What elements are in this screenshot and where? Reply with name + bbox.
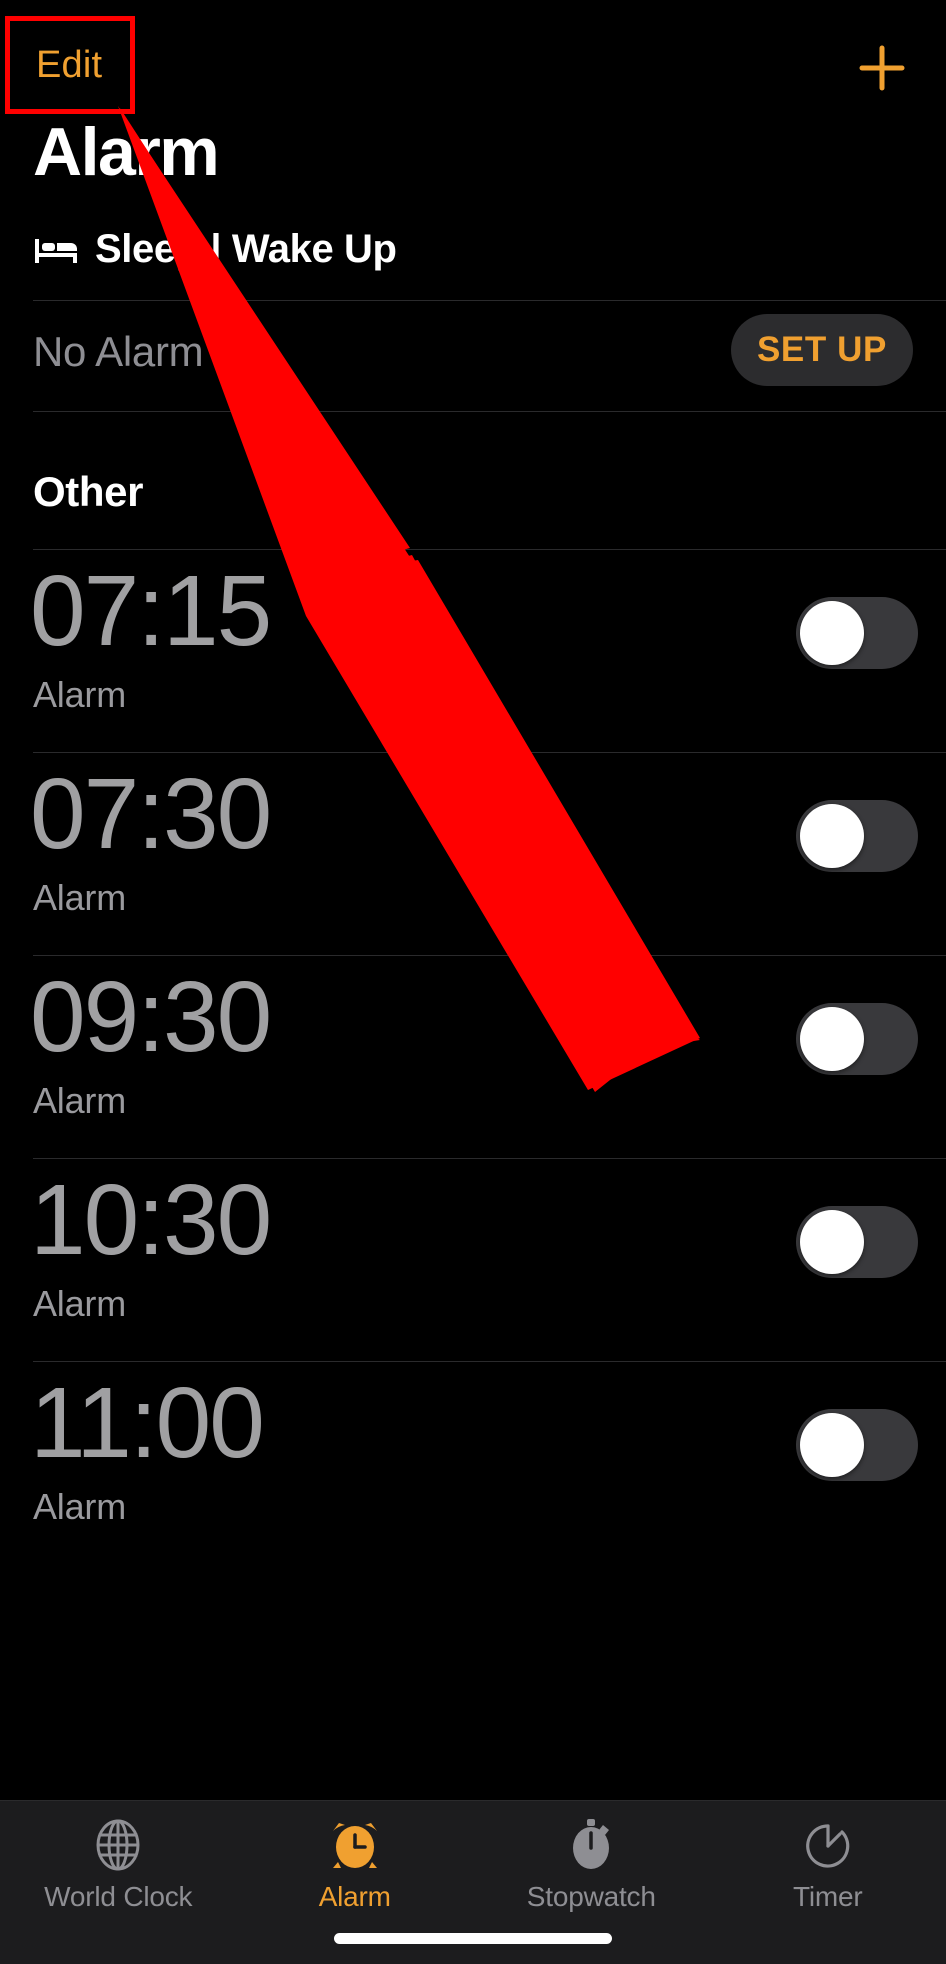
timer-icon: [800, 1817, 856, 1873]
alarm-label: Alarm: [33, 1283, 127, 1324]
toggle-knob: [800, 1007, 864, 1071]
toggle-knob: [800, 804, 864, 868]
alarm-label: Alarm: [33, 1486, 127, 1527]
clock-app-screen: Edit Alarm Sleep | Wake Up No Alarm SET: [0, 0, 946, 1964]
alarm-time: 10:30: [30, 1164, 272, 1276]
toggle-knob: [800, 1413, 864, 1477]
alarm-toggle[interactable]: [796, 597, 918, 669]
alarm-row[interactable]: 10:30 Alarm: [0, 1158, 946, 1361]
alarm-toggle[interactable]: [796, 1003, 918, 1075]
sleep-alarm-row[interactable]: No Alarm SET UP: [0, 300, 946, 410]
other-section-heading: Other: [33, 468, 144, 515]
toggle-knob: [800, 1210, 864, 1274]
tab-label: Timer: [792, 1881, 863, 1912]
alarm-toggle[interactable]: [796, 1409, 918, 1481]
page-title: Alarm: [33, 114, 220, 190]
divider: [33, 411, 946, 412]
set-up-button[interactable]: SET UP: [730, 314, 913, 386]
alarm-label: Alarm: [33, 674, 127, 715]
stopwatch-icon: [563, 1817, 619, 1873]
tab-label: Alarm: [318, 1881, 391, 1912]
alarm-row[interactable]: 09:30 Alarm: [0, 955, 946, 1158]
set-up-label: SET UP: [756, 330, 887, 369]
alarm-row[interactable]: 07:15 Alarm: [0, 549, 946, 752]
tab-label: World Clock: [44, 1881, 193, 1912]
bed-icon: [33, 233, 81, 267]
tab-timer[interactable]: Timer: [710, 1801, 946, 1964]
home-indicator: [334, 1933, 612, 1944]
alarm-row[interactable]: 11:00 Alarm: [0, 1361, 946, 1564]
no-alarm-status: No Alarm: [33, 328, 204, 375]
alarm-time: 07:15: [30, 555, 272, 667]
sleep-wakeup-label: Sleep | Wake Up: [95, 227, 397, 271]
edit-button[interactable]: Edit: [36, 44, 102, 87]
alarm-toggle[interactable]: [796, 800, 918, 872]
alarm-time: 07:30: [30, 758, 272, 870]
alarm-label: Alarm: [33, 877, 127, 918]
tab-world-clock[interactable]: World Clock: [0, 1801, 237, 1964]
globe-icon: [90, 1817, 146, 1873]
toggle-knob: [800, 601, 864, 665]
tab-label: Stopwatch: [526, 1881, 656, 1912]
sleep-wakeup-heading: Sleep | Wake Up: [33, 227, 397, 272]
alarm-row[interactable]: 07:30 Alarm: [0, 752, 946, 955]
alarm-toggle[interactable]: [796, 1206, 918, 1278]
top-bar: Edit: [0, 0, 946, 130]
alarm-time: 11:00: [30, 1367, 265, 1479]
add-alarm-button[interactable]: [850, 36, 914, 100]
alarm-clock-icon: [327, 1817, 383, 1873]
alarm-time: 09:30: [30, 961, 272, 1073]
alarm-label: Alarm: [33, 1080, 127, 1121]
